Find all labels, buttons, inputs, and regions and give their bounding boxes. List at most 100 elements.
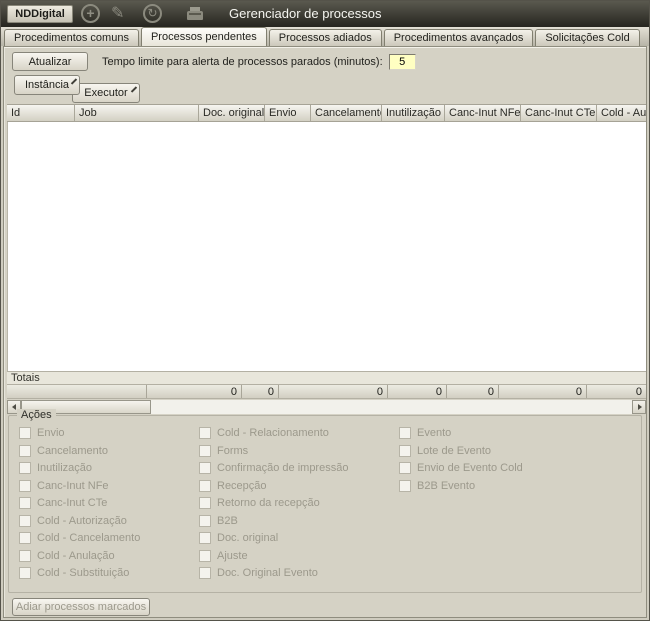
action-checkbox-doc-original[interactable]: Doc. original (199, 531, 278, 545)
action-checkbox-recepcao[interactable]: Recepção (199, 479, 267, 493)
totals-cell: 0 (147, 385, 242, 398)
checkbox-label: Cold - Substituição (37, 567, 129, 579)
tab-solicitacoes-cold[interactable]: Solicitações Cold (535, 29, 639, 46)
checkbox-label: Envio (37, 427, 65, 439)
action-checkbox-cold-relacionamento[interactable]: Cold - Relacionamento (199, 426, 329, 440)
checkbox-label: Cancelamento (37, 445, 108, 457)
action-checkbox-retorno-da-recepcao[interactable]: Retorno da recepção (199, 496, 320, 510)
tab-procedimentos-avancados[interactable]: Procedimentos avançados (384, 29, 534, 46)
executor-button[interactable]: Executor (72, 83, 140, 103)
column-header-canc-inut-cte[interactable]: Canc-Inut CTe (521, 105, 597, 121)
table-body (7, 122, 646, 371)
action-checkbox-forms[interactable]: Forms (199, 444, 248, 458)
timeout-input[interactable] (389, 54, 416, 70)
column-header-doc-original[interactable]: Doc. original (199, 105, 265, 121)
checkbox-label: Doc. Original Evento (217, 567, 318, 579)
checkbox-label: Recepção (217, 480, 267, 492)
action-checkbox-cold-substituicao[interactable]: Cold - Substituição (19, 566, 129, 580)
refresh-button[interactable]: Atualizar (12, 52, 88, 71)
checkbox-icon (19, 532, 31, 544)
checkbox-label: Canc-Inut NFe (37, 480, 109, 492)
action-checkbox-b2b-evento[interactable]: B2B Evento (399, 479, 475, 493)
tab-strip: Procedimentos comuns Processos pendentes… (1, 27, 649, 46)
action-checkbox-evento[interactable]: Evento (399, 426, 451, 440)
action-checkbox-b2b[interactable]: B2B (199, 514, 238, 528)
totals-cell: 0 (447, 385, 499, 398)
checkbox-icon (199, 567, 211, 579)
content-panel: Atualizar Tempo limite para alerta de pr… (3, 46, 647, 618)
action-checkbox-cold-anulacao[interactable]: Cold - Anulação (19, 549, 115, 563)
totals-cell: 0 (499, 385, 587, 398)
checkbox-icon (19, 515, 31, 527)
checkbox-icon (19, 550, 31, 562)
checkbox-icon (19, 445, 31, 457)
nddigital-button[interactable]: NDDigital (7, 5, 73, 23)
totals-caption: Totais (7, 371, 646, 384)
checkbox-icon (19, 427, 31, 439)
column-header-canc-inut-nfe[interactable]: Canc-Inut NFe (445, 105, 521, 121)
checkbox-label: Confirmação de impressão (217, 462, 348, 474)
checkbox-label: Inutilização (37, 462, 92, 474)
tab-procedimentos-comuns[interactable]: Procedimentos comuns (4, 29, 139, 46)
app-window: NDDigital + ✎ ↻ Gerenciador de processos… (0, 0, 650, 621)
defer-marked-processes-button[interactable]: Adiar processos marcados (12, 598, 150, 616)
checkbox-label: Cold - Autorização (37, 515, 127, 527)
checkbox-label: Envio de Evento Cold (417, 462, 523, 474)
action-checkbox-envio[interactable]: Envio (19, 426, 65, 440)
checkbox-icon (199, 497, 211, 509)
checkbox-icon (19, 497, 31, 509)
column-header-id[interactable]: Id (7, 105, 75, 121)
toolbar: Atualizar Tempo limite para alerta de pr… (12, 51, 642, 72)
horizontal-scrollbar[interactable] (7, 400, 646, 414)
column-header-cold-autorizacao[interactable]: Cold - Autori (597, 105, 646, 121)
totals-cell: 0 (279, 385, 388, 398)
checkbox-label: Doc. original (217, 532, 278, 544)
checkbox-icon (19, 567, 31, 579)
checkbox-label: Evento (417, 427, 451, 439)
action-checkbox-cancelamento[interactable]: Cancelamento (19, 444, 108, 458)
checkbox-label: Canc-Inut CTe (37, 497, 107, 509)
column-header-envio[interactable]: Envio (265, 105, 311, 121)
checkbox-label: B2B Evento (417, 480, 475, 492)
checkbox-label: Lote de Evento (417, 445, 491, 457)
instancia-label: Instância (25, 79, 69, 91)
action-checkbox-inutilizacao[interactable]: Inutilização (19, 461, 92, 475)
pin-icon (131, 86, 137, 92)
checkbox-icon (399, 445, 411, 457)
tab-processos-pendentes[interactable]: Processos pendentes (141, 27, 267, 46)
checkbox-icon (19, 480, 31, 492)
checkbox-label: Forms (217, 445, 248, 457)
print-icon[interactable] (187, 11, 203, 20)
column-header-inutilizacao[interactable]: Inutilização (382, 105, 445, 121)
action-checkbox-canc-inut-cte[interactable]: Canc-Inut CTe (19, 496, 107, 510)
action-checkbox-lote-de-evento[interactable]: Lote de Evento (399, 444, 491, 458)
checkbox-label: Cold - Cancelamento (37, 532, 140, 544)
totals-cell (7, 385, 147, 398)
action-checkbox-ajuste[interactable]: Ajuste (199, 549, 248, 563)
checkbox-label: Cold - Relacionamento (217, 427, 329, 439)
checkbox-label: B2B (217, 515, 238, 527)
action-checkbox-envio-de-evento-cold[interactable]: Envio de Evento Cold (399, 461, 523, 475)
totals-row: 0 0 0 0 0 0 0 (7, 384, 646, 399)
checkbox-icon (19, 462, 31, 474)
action-checkbox-doc-original-evento[interactable]: Doc. Original Evento (199, 566, 318, 580)
edit-icon[interactable]: ✎ (111, 4, 124, 23)
scroll-right-icon[interactable] (632, 400, 646, 414)
checkbox-label: Ajuste (217, 550, 248, 562)
actions-legend: Ações (17, 409, 56, 421)
action-checkbox-cold-autorizacao[interactable]: Cold - Autorização (19, 514, 127, 528)
add-icon[interactable]: + (81, 4, 100, 23)
action-checkbox-confirmacao-de-impressao[interactable]: Confirmação de impressão (199, 461, 348, 475)
tab-processos-adiados[interactable]: Processos adiados (269, 29, 382, 46)
action-checkbox-cold-cancelamento[interactable]: Cold - Cancelamento (19, 531, 140, 545)
action-checkbox-canc-inut-nfe[interactable]: Canc-Inut NFe (19, 479, 109, 493)
timeout-label: Tempo limite para alerta de processos pa… (102, 56, 383, 68)
column-header-job[interactable]: Job (75, 105, 199, 121)
refresh-icon[interactable]: ↻ (143, 4, 162, 23)
totals-cell: 0 (388, 385, 447, 398)
column-header-cancelamento[interactable]: Cancelamento (311, 105, 382, 121)
checkbox-icon (399, 462, 411, 474)
checkbox-icon (399, 480, 411, 492)
instancia-button[interactable]: Instância (14, 75, 80, 95)
checkbox-label: Cold - Anulação (37, 550, 115, 562)
